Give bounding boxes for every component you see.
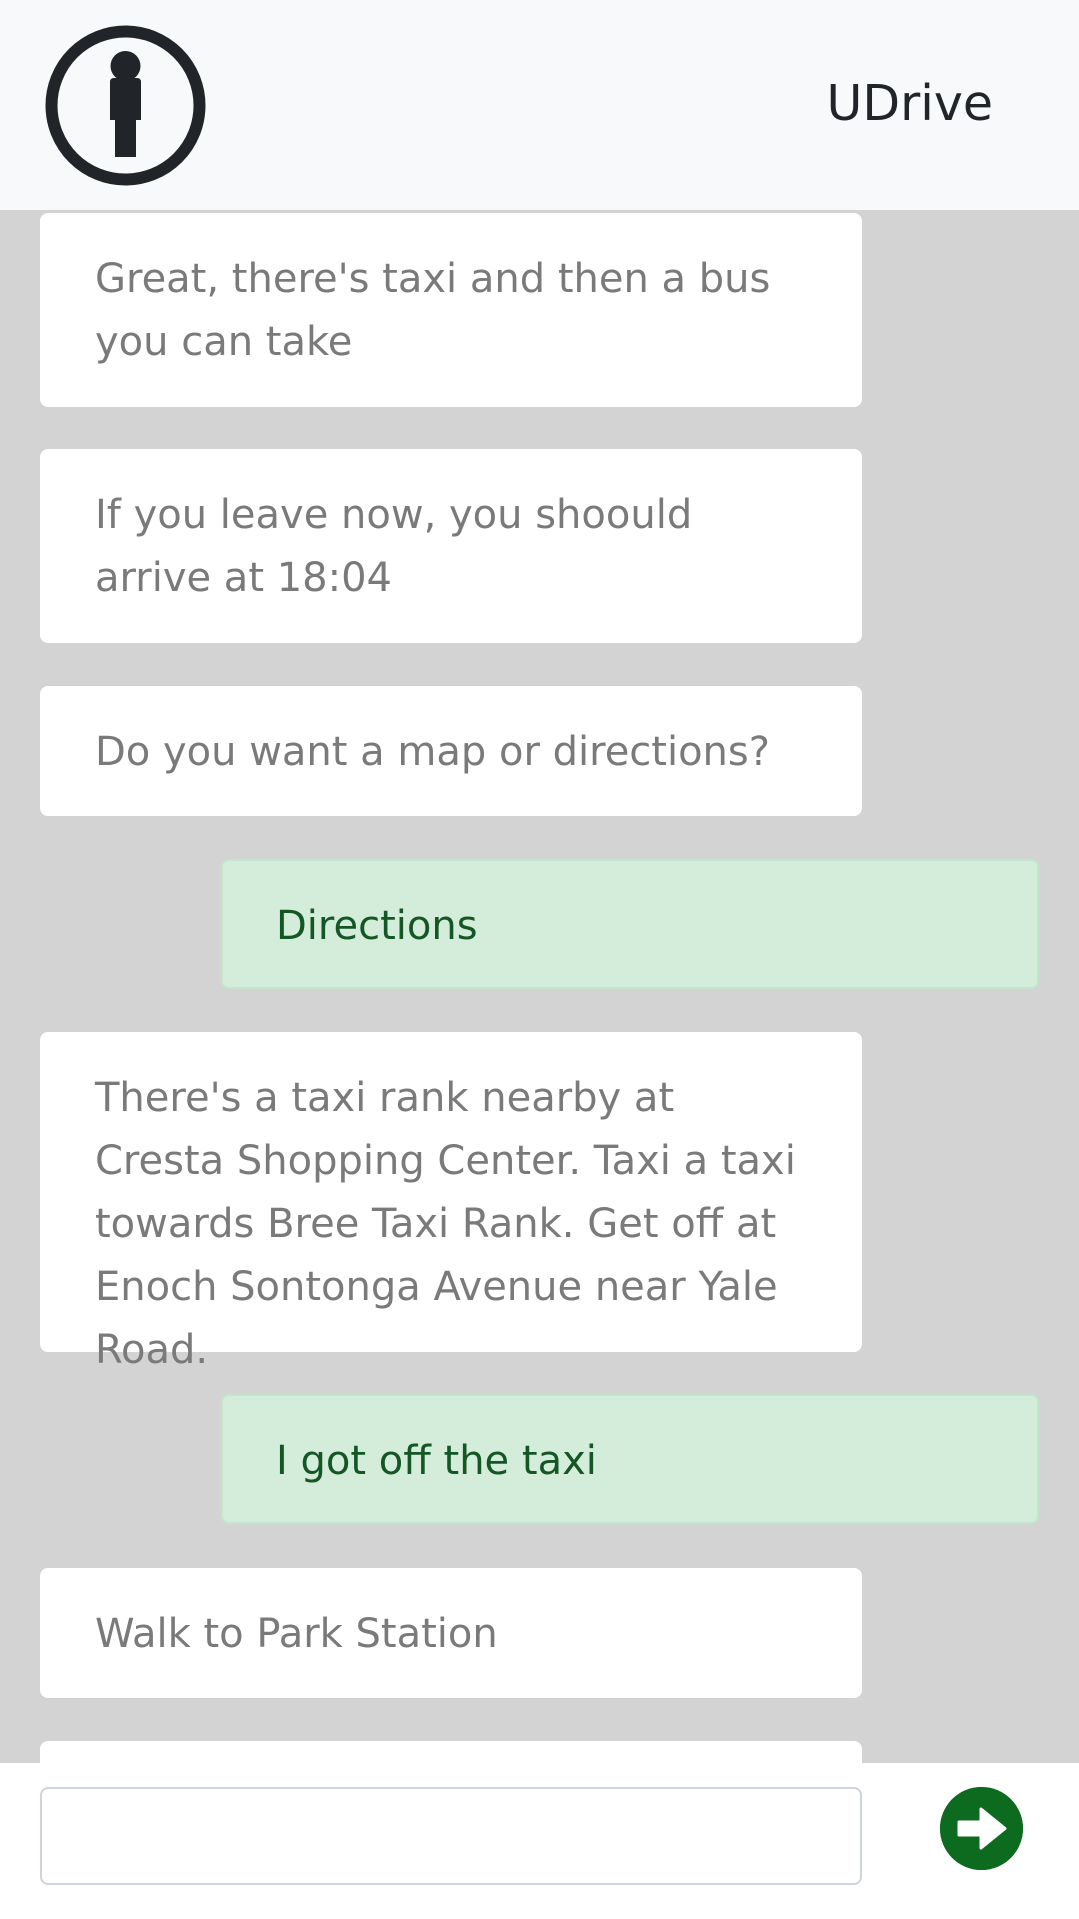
message-composer	[0, 1763, 1079, 1919]
info-person-icon[interactable]	[44, 24, 207, 187]
bot-message: Do you want a map or directions?	[40, 686, 862, 816]
bot-message	[40, 1741, 862, 1763]
brand-title[interactable]: UDrive	[827, 76, 994, 132]
chat-transcript[interactable]: Great, there's taxi and then a bus you c…	[0, 210, 1079, 1763]
send-button[interactable]	[940, 1787, 1023, 1870]
message-input[interactable]	[40, 1787, 862, 1885]
arrow-right-circle-icon	[940, 1787, 1023, 1870]
user-message: Directions	[221, 859, 1039, 989]
bot-message: If you leave now, you shoould arrive at …	[40, 449, 862, 643]
bot-message: Great, there's taxi and then a bus you c…	[40, 213, 862, 407]
user-message: I got off the taxi	[221, 1394, 1039, 1524]
bot-message: There's a taxi rank nearby at Cresta Sho…	[40, 1032, 862, 1373]
app-header: UDrive	[0, 0, 1079, 210]
bot-message: Walk to Park Station	[40, 1568, 862, 1698]
